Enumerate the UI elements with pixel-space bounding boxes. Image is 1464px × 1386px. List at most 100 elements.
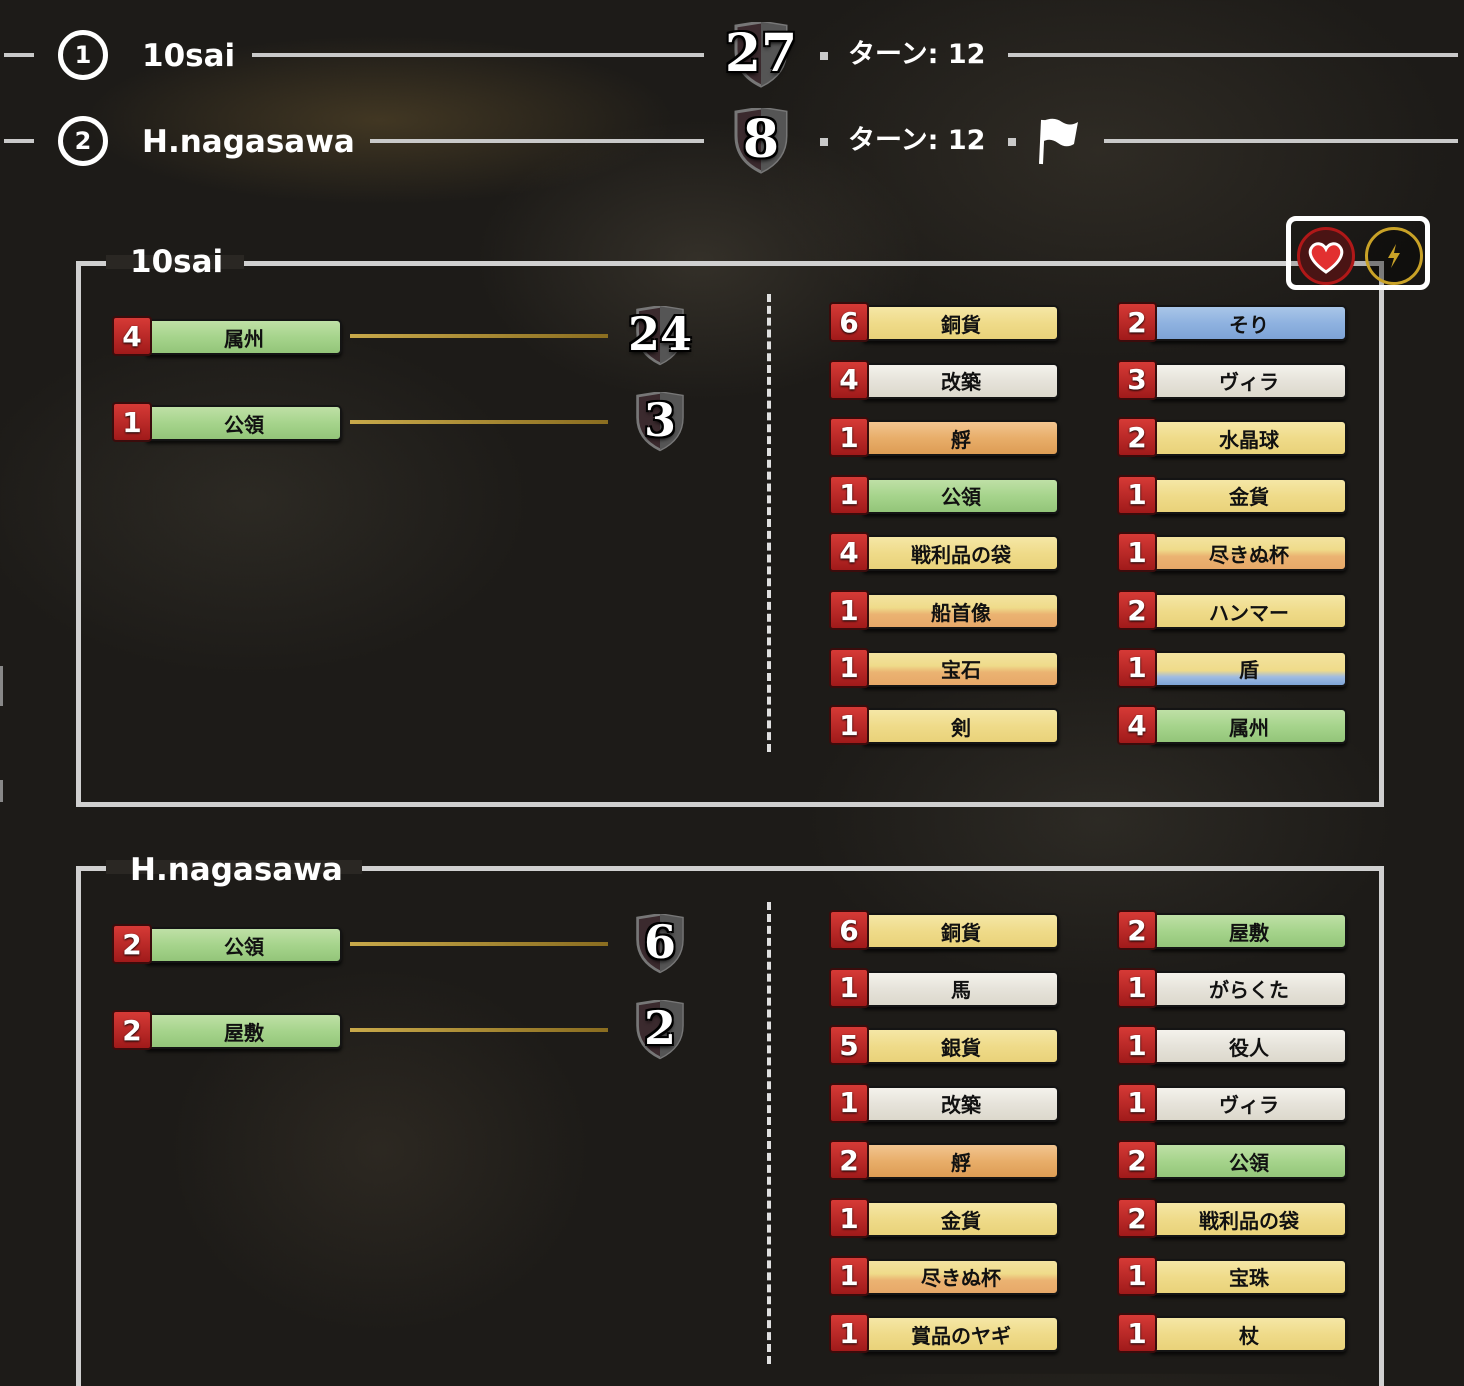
card-pile[interactable]: 1 金貨 [829, 1198, 1061, 1240]
view-toggle-group [1286, 216, 1430, 290]
divider [4, 53, 34, 57]
card-name: 属州 [146, 319, 342, 355]
card-pile[interactable]: 1 尽きぬ杯 [1117, 532, 1349, 574]
card-pile[interactable]: 1馬 [829, 967, 1061, 1010]
card-pile[interactable]: 2 戦利品の袋 [1117, 1198, 1349, 1240]
card-pile[interactable]: 1 役人 [1117, 1025, 1349, 1067]
card-name: そり [1151, 305, 1347, 341]
card-pile[interactable]: 2 屋敷 [112, 1010, 344, 1052]
card-pile[interactable]: 1 宝珠 [1117, 1255, 1349, 1298]
card-name: 水晶球 [1151, 420, 1347, 457]
player-name: 10sai [142, 38, 236, 74]
card-name: 改築 [863, 1085, 1059, 1122]
separator-dot [820, 52, 828, 60]
card-count-badge: 2 [1117, 1140, 1157, 1181]
vp-value: 6 [643, 915, 676, 969]
vp-shield: 3 [634, 392, 686, 452]
turn-count: ターン: 12 [848, 39, 986, 70]
card-pile[interactable]: 1艀 [829, 417, 1061, 459]
score-shield: 27 [725, 22, 797, 88]
card-count-badge: 1 [1117, 1313, 1157, 1354]
card-name: 銅貨 [863, 913, 1059, 949]
divider [4, 139, 34, 143]
card-pile[interactable]: 1杖 [1117, 1313, 1349, 1355]
card-count-badge: 1 [829, 1198, 869, 1238]
card-name: 役人 [1151, 1028, 1347, 1065]
card-pile[interactable]: 1 賞品のヤギ [829, 1313, 1061, 1355]
vp-connector-line [350, 942, 608, 946]
card-pile[interactable]: 1 がらくた [1117, 967, 1349, 1010]
card-pile[interactable]: 1 公領 [829, 474, 1061, 517]
vp-shield: 2 [634, 1000, 686, 1060]
card-pile[interactable]: 2 公領 [112, 924, 344, 966]
card-count-badge: 1 [1117, 647, 1157, 688]
card-pile[interactable]: 4 戦利品の袋 [829, 532, 1061, 574]
card-count-badge: 1 [829, 1255, 869, 1296]
card-pile[interactable]: 1 公領 [112, 402, 344, 444]
card-pile[interactable]: 4 改築 [829, 359, 1061, 402]
card-pile[interactable]: 5 銀貨 [829, 1025, 1061, 1067]
divider [1008, 53, 1458, 57]
card-name: 杖 [1151, 1316, 1347, 1353]
card-pile[interactable]: 1盾 [1117, 647, 1349, 690]
card-pile[interactable]: 2 屋敷 [1117, 910, 1349, 952]
vp-connector-line [350, 334, 608, 338]
card-pile[interactable]: 4 属州 [1117, 705, 1349, 747]
card-count-badge: 1 [1117, 967, 1157, 1008]
panel-title: H.nagasawa [130, 852, 343, 888]
card-name: 公領 [1151, 1143, 1347, 1180]
card-name: 剣 [863, 708, 1059, 745]
card-count-badge: 5 [829, 1025, 869, 1066]
card-pile[interactable]: 2艀 [829, 1140, 1061, 1182]
card-count-badge: 4 [829, 532, 869, 573]
card-pile[interactable]: 4 属州 [112, 316, 344, 358]
card-pile[interactable]: 1 宝石 [829, 647, 1061, 690]
card-pile[interactable]: 2 ハンマー [1117, 590, 1349, 632]
card-count-badge: 1 [829, 417, 869, 458]
card-count-badge: 1 [829, 474, 869, 515]
card-count-badge: 2 [112, 1010, 152, 1050]
card-name: 艀 [863, 1143, 1059, 1180]
card-pile[interactable]: 2 そり [1117, 302, 1349, 344]
rank-badge: 2 [58, 116, 108, 166]
card-name: 公領 [146, 927, 342, 963]
card-count-badge: 1 [829, 705, 869, 746]
card-name: 金貨 [863, 1201, 1059, 1237]
card-count-badge: 1 [829, 647, 869, 688]
card-count-badge: 1 [1117, 532, 1157, 573]
card-name: 公領 [146, 405, 342, 441]
card-pile[interactable]: 1 船首像 [829, 590, 1061, 632]
separator-dot [1008, 138, 1016, 146]
card-pile[interactable]: 1 改築 [829, 1082, 1061, 1125]
card-count-badge: 2 [1117, 1198, 1157, 1238]
heart-toggle-button[interactable] [1297, 227, 1355, 285]
card-pile[interactable]: 3 ヴィラ [1117, 359, 1349, 402]
card-name: 屋敷 [146, 1013, 342, 1049]
card-pile[interactable]: 1 ヴィラ [1117, 1082, 1349, 1125]
card-name: 艀 [863, 420, 1059, 457]
card-pile[interactable]: 2 水晶球 [1117, 417, 1349, 459]
card-name: 銅貨 [863, 305, 1059, 341]
card-pile[interactable]: 1 尽きぬ杯 [829, 1255, 1061, 1298]
card-name: 金貨 [1151, 477, 1347, 514]
player-name: H.nagasawa [142, 124, 355, 160]
card-name: 尽きぬ杯 [1151, 535, 1347, 572]
flag-icon [1039, 118, 1078, 165]
card-pile[interactable]: 6 銅貨 [829, 302, 1061, 344]
card-count-badge: 1 [829, 590, 869, 630]
card-name: 尽きぬ杯 [863, 1258, 1059, 1295]
card-name: 改築 [863, 362, 1059, 399]
card-name: 公領 [863, 477, 1059, 514]
card-pile[interactable]: 2 公領 [1117, 1140, 1349, 1182]
card-pile[interactable]: 1剣 [829, 705, 1061, 747]
lightning-toggle-button[interactable] [1365, 227, 1423, 285]
panel-title: 10sai [130, 244, 224, 280]
lightning-icon [1388, 244, 1400, 268]
card-count-badge: 2 [1117, 590, 1157, 630]
card-name: 銀貨 [863, 1028, 1059, 1065]
card-pile[interactable]: 1 金貨 [1117, 474, 1349, 517]
card-pile[interactable]: 6 銅貨 [829, 910, 1061, 952]
card-name: ヴィラ [1151, 362, 1347, 399]
heart-icon [1308, 242, 1344, 274]
card-count-badge: 4 [829, 359, 869, 400]
